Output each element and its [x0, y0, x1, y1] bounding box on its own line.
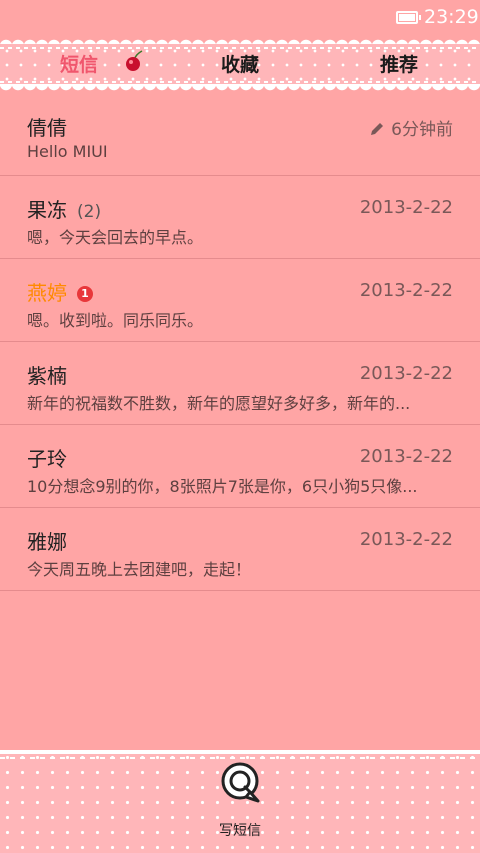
message-row[interactable]: 倩倩 6分钟前 Hello MIUI	[0, 94, 480, 176]
lace-border-bottom	[0, 84, 480, 94]
message-date: 2013-2-22	[359, 446, 453, 467]
contact-name: 子玲	[27, 447, 67, 471]
contact-name: 紫楠	[27, 364, 67, 388]
message-date: 2013-2-22	[359, 363, 453, 384]
contact-name: 雅娜	[27, 530, 67, 554]
pencil-icon	[371, 123, 384, 135]
tab-sms[interactable]: 短信	[60, 50, 98, 77]
message-row[interactable]: 果冻 (2) 2013-2-22 嗯，今天会回去的早点。	[0, 176, 480, 259]
message-date: 2013-2-22	[359, 280, 453, 301]
message-snippet: 嗯。收到啦。同乐同乐。	[27, 311, 204, 330]
status-bar: 23:29	[0, 0, 480, 36]
contact-name-text: 果冻	[27, 198, 67, 222]
battery-icon	[396, 11, 421, 24]
compose-message-icon	[221, 762, 260, 803]
message-date: 2013-2-22	[359, 197, 453, 218]
contact-name: 果冻 (2)	[27, 194, 101, 223]
tab-bar: 短信 收藏 推荐	[0, 36, 480, 94]
message-count: (2)	[77, 202, 102, 222]
tab-recommend[interactable]: 推荐	[380, 50, 418, 77]
message-snippet: 嗯，今天会回去的早点。	[27, 228, 204, 247]
message-row[interactable]: 雅娜 2013-2-22 今天周五晚上去团建吧，走起！	[0, 508, 480, 591]
message-snippet: Hello MIUI	[27, 142, 108, 161]
draft-time: 6分钟前	[369, 115, 453, 140]
message-snippet: 10分想念9别的你，8张照片7张是你，6只小狗5只像...	[27, 477, 418, 496]
message-date: 2013-2-22	[359, 529, 453, 550]
cherry-icon	[126, 50, 143, 71]
contact-name: 燕婷 1	[27, 277, 93, 306]
contact-name-text: 燕婷	[27, 281, 67, 305]
message-row[interactable]: 紫楠 2013-2-22 新年的祝福数不胜数，新年的愿望好多好多，新年的...	[0, 342, 480, 425]
contact-name: 倩倩	[27, 116, 67, 140]
message-time: 6分钟前	[391, 120, 453, 140]
message-list: 倩倩 6分钟前 Hello MIUI 果冻 (2) 2013-2-22 嗯，今天会…	[0, 94, 480, 591]
compose-button[interactable]: 写短信	[210, 760, 270, 842]
tab-favorites[interactable]: 收藏	[221, 50, 259, 77]
message-snippet: 今天周五晚上去团建吧，走起！	[27, 560, 252, 579]
bottom-bar: 写短信	[0, 750, 480, 853]
message-row[interactable]: 燕婷 1 2013-2-22 嗯。收到啦。同乐同乐。	[0, 259, 480, 342]
status-time: 23:29	[424, 6, 479, 28]
message-snippet: 新年的祝福数不胜数，新年的愿望好多好多，新年的...	[27, 394, 411, 413]
compose-label: 写短信	[219, 823, 261, 839]
message-row[interactable]: 子玲 2013-2-22 10分想念9别的你，8张照片7张是你，6只小狗5只像.…	[0, 425, 480, 508]
unread-badge: 1	[77, 286, 93, 302]
